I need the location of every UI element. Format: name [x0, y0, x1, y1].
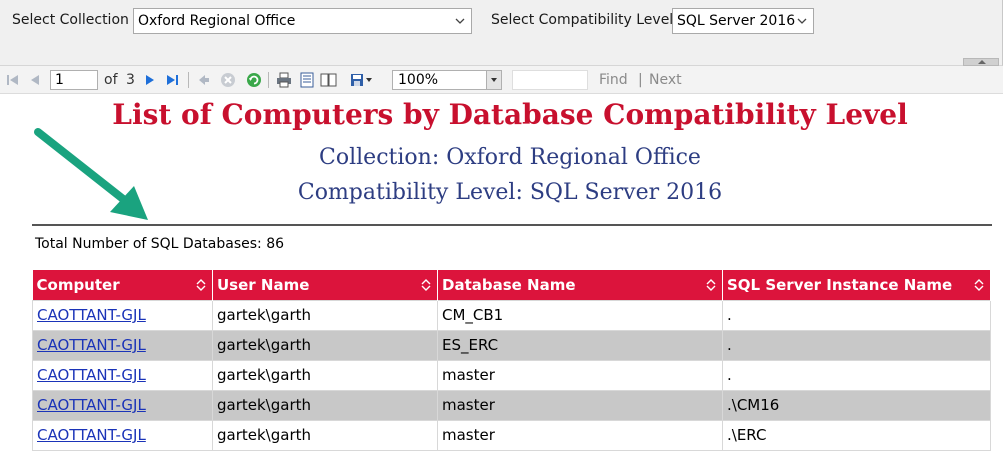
export-icon [351, 74, 363, 86]
back-icon [199, 75, 209, 85]
page-of-label: of [104, 72, 118, 88]
export-button[interactable] [346, 71, 376, 89]
computer-cell[interactable]: CAOTTANT-GJL [32, 299, 213, 331]
refresh-button[interactable] [245, 71, 263, 89]
column-header-label: SQL Server Instance Name [727, 275, 953, 294]
computer-cell[interactable]: CAOTTANT-GJL [32, 359, 213, 391]
instance-cell: . [722, 329, 991, 361]
chevron-down-icon [455, 18, 465, 24]
sort-icon[interactable] [705, 278, 717, 292]
next-page-button[interactable] [141, 71, 159, 89]
zoom-select[interactable]: 100% [392, 70, 502, 90]
computer-cell[interactable]: CAOTTANT-GJL [32, 389, 213, 421]
instance-cell: .\ERC [722, 419, 991, 451]
chevron-down-icon [797, 18, 807, 24]
stop-icon [221, 73, 235, 87]
green-arrow-icon [34, 128, 148, 220]
table-row: CAOTTANT-GJL gartek\garth ES_ERC . [32, 329, 991, 361]
column-header-database-name[interactable]: Database Name [437, 270, 723, 300]
previous-page-icon [31, 75, 39, 85]
report-divider [32, 224, 992, 226]
print-layout-button[interactable] [298, 71, 316, 89]
print-button[interactable] [275, 71, 293, 89]
compat-select-value: SQL Server 2016 [677, 13, 796, 29]
table-header-row: Computer User Name Database Name SQL Ser… [32, 270, 991, 300]
collection-label: Select Collection [12, 12, 129, 28]
print-layout-icon [300, 72, 314, 88]
sort-icon[interactable] [195, 278, 207, 292]
table-row: CAOTTANT-GJL gartek\garth CM_CB1 . [32, 299, 991, 331]
stop-button[interactable] [219, 71, 237, 89]
user-cell: gartek\garth [212, 359, 438, 391]
database-cell: master [437, 389, 723, 421]
find-link[interactable]: Find [599, 72, 628, 88]
user-cell: gartek\garth [212, 299, 438, 331]
user-cell: gartek\garth [212, 329, 438, 361]
column-header-instance-name[interactable]: SQL Server Instance Name [722, 270, 991, 300]
sort-icon[interactable] [973, 278, 985, 292]
refresh-icon [247, 73, 261, 87]
find-input[interactable] [512, 70, 588, 90]
zoom-dropdown-icon[interactable] [486, 71, 501, 89]
instance-cell: . [722, 299, 991, 331]
computer-link[interactable]: CAOTTANT-GJL [37, 366, 146, 384]
compat-label: Select Compatibility Level [491, 12, 674, 28]
compat-select[interactable]: SQL Server 2016 [672, 8, 814, 34]
column-header-label: Database Name [442, 275, 576, 294]
zoom-value: 100% [398, 72, 439, 88]
computers-table: Computer User Name Database Name SQL Ser… [32, 270, 991, 451]
database-cell: master [437, 359, 723, 391]
database-cell: master [437, 419, 723, 451]
database-cell: CM_CB1 [437, 299, 723, 331]
collapse-parameters-button[interactable] [963, 58, 999, 66]
column-header-label: Computer [36, 275, 120, 294]
table-row: CAOTTANT-GJL gartek\garth master . [32, 359, 991, 391]
collection-select-value: Oxford Regional Office [138, 13, 296, 29]
user-cell: gartek\garth [212, 419, 438, 451]
computer-link[interactable]: CAOTTANT-GJL [37, 426, 146, 444]
find-separator: | [638, 72, 643, 88]
table-row: CAOTTANT-GJL gartek\garth master .\CM16 [32, 389, 991, 421]
computer-link[interactable]: CAOTTANT-GJL [37, 306, 146, 324]
column-header-computer[interactable]: Computer [32, 270, 213, 300]
print-icon [277, 72, 291, 88]
toolbar-divider [188, 72, 189, 88]
first-page-icon [7, 75, 18, 85]
last-page-icon [167, 75, 178, 85]
instance-cell: . [722, 359, 991, 391]
computer-cell[interactable]: CAOTTANT-GJL [32, 419, 213, 451]
instance-cell: .\CM16 [722, 389, 991, 421]
sort-icon[interactable] [420, 278, 432, 292]
previous-page-button[interactable] [26, 71, 44, 89]
total-databases-label: Total Number of SQL Databases: 86 [35, 236, 285, 252]
database-cell: ES_ERC [437, 329, 723, 361]
computer-cell[interactable]: CAOTTANT-GJL [32, 329, 213, 361]
toolbar-divider [268, 72, 269, 88]
last-page-button[interactable] [163, 71, 181, 89]
table-row: CAOTTANT-GJL gartek\garth master .\ERC [32, 419, 991, 451]
back-button[interactable] [195, 71, 213, 89]
user-cell: gartek\garth [212, 389, 438, 421]
column-header-user-name[interactable]: User Name [212, 270, 438, 300]
first-page-button[interactable] [4, 71, 22, 89]
chevron-down-icon [366, 78, 372, 82]
next-link[interactable]: Next [649, 72, 682, 88]
parameter-bar: Select Collection Oxford Regional Office… [0, 0, 1003, 66]
computer-link[interactable]: CAOTTANT-GJL [37, 336, 146, 354]
page-setup-button[interactable] [320, 71, 338, 89]
page-setup-icon [320, 73, 337, 87]
report-toolbar: 1 of 3 100% Find | Next [0, 66, 1003, 94]
column-header-label: User Name [217, 275, 310, 294]
page-number-input[interactable]: 1 [50, 70, 98, 90]
computer-link[interactable]: CAOTTANT-GJL [37, 396, 146, 414]
next-page-icon [146, 75, 154, 85]
collection-select[interactable]: Oxford Regional Office [133, 8, 472, 34]
page-total-label: 3 [126, 72, 135, 88]
